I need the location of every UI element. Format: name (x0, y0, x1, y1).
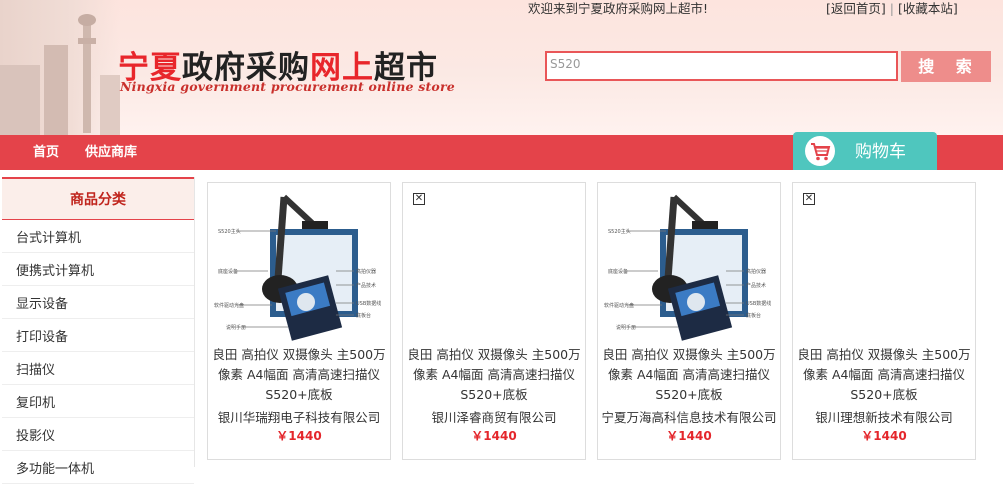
site-subtitle: Ningxia government procurement online st… (120, 79, 455, 94)
link-separator: | (889, 1, 894, 16)
broken-image-icon[interactable]: ✕ (803, 193, 815, 205)
product-card[interactable]: ✕ 良田 高拍仪 双摄像头 主500万 像素 A4幅面 高清高速扫描仪 S520+底… (792, 182, 976, 460)
category-item[interactable]: 投影仪 (2, 418, 194, 451)
tower-graphic (78, 14, 96, 133)
category-item[interactable]: 复印机 (2, 385, 194, 418)
product-card[interactable]: S520主头 底座设备软件驱动光盘说明手册 高拍仪器产品技术 USB数据线 底板台 良… (207, 182, 391, 460)
svg-text:底板台: 底板台 (356, 312, 371, 319)
category-item[interactable]: 台式计算机 (2, 220, 194, 253)
product-card[interactable]: ✕ 良田 高拍仪 双摄像头 主500万 像素 A4幅面 高清高速扫描仪 S520+底… (402, 182, 586, 460)
product-price: ￥1440 (276, 429, 322, 443)
svg-text:S520主头: S520主头 (608, 228, 631, 235)
svg-text:说明手册: 说明手册 (226, 324, 246, 331)
svg-text:底座设备: 底座设备 (218, 268, 238, 275)
svg-text:S520主头: S520主头 (218, 228, 241, 235)
cart-icon (805, 136, 835, 166)
category-item[interactable]: 扫描仪 (2, 352, 194, 385)
bookmark-link[interactable]: [收藏本站] (898, 1, 958, 16)
broken-image-icon[interactable]: ✕ (413, 193, 425, 205)
product-name[interactable]: 良田 高拍仪 双摄像头 主500万 像素 A4幅面 高清高速扫描仪 S520+底板 (407, 345, 581, 405)
search-button[interactable]: 搜 索 (901, 51, 991, 82)
category-item[interactable]: 多功能一体机 (2, 451, 194, 484)
header-decoration (0, 0, 120, 135)
product-card[interactable]: S520主头 底座设备软件驱动光盘说明手册 高拍仪器产品技术 USB数据线 底板台 良… (597, 182, 781, 460)
scanner-photo[interactable]: S520主头底座设备软件驱动光盘说明手册 高拍仪器产品技术 USB数据线底板台 (604, 189, 772, 349)
svg-text:软件驱动光盘: 软件驱动光盘 (214, 302, 244, 309)
cart-label: 购物车 (855, 142, 906, 162)
svg-text:软件驱动光盘: 软件驱动光盘 (604, 302, 634, 309)
cart-button[interactable]: 购物车 (793, 132, 937, 170)
scanner-photo[interactable]: S520主头底座设备软件驱动光盘说明手册 高拍仪器产品技术 USB数据线底板台 (214, 189, 382, 349)
product-price: ￥1440 (861, 429, 907, 443)
svg-text:产品技术: 产品技术 (746, 282, 766, 289)
product-seller: 银川理想新技术有限公司 (815, 410, 953, 425)
product-name[interactable]: 良田 高拍仪 双摄像头 主500万 像素 A4幅面 高清高速扫描仪 S520+底板 (602, 345, 776, 405)
category-title: 商品分类 (2, 177, 194, 220)
product-price: ￥1440 (666, 429, 712, 443)
category-item[interactable]: 显示设备 (2, 286, 194, 319)
svg-text:USB数据线: USB数据线 (746, 300, 771, 307)
nav-item-home[interactable]: 首页 (33, 135, 59, 170)
category-item[interactable]: 便携式计算机 (2, 253, 194, 286)
svg-text:产品技术: 产品技术 (356, 282, 376, 289)
back-home-link[interactable]: [返回首页] (826, 1, 886, 16)
welcome-text: 欢迎来到宁夏政府采购网上超市! (528, 1, 709, 16)
product-seller: 银川华瑞翔电子科技有限公司 (217, 410, 381, 425)
product-name[interactable]: 良田 高拍仪 双摄像头 主500万 像素 A4幅面 高清高速扫描仪 S520+底板 (212, 345, 386, 405)
svg-text:高拍仪器: 高拍仪器 (356, 268, 376, 275)
product-seller: 银川泽睿商贸有限公司 (431, 410, 557, 425)
svg-text:底座设备: 底座设备 (608, 268, 628, 275)
nav-item-supplier-library[interactable]: 供应商库 (85, 135, 137, 170)
site-header: 宁夏政府采购网上超市 Ningxia government procuremen… (0, 0, 1003, 135)
top-links: [返回首页] | [收藏本站] (826, 0, 958, 17)
svg-text:说明手册: 说明手册 (616, 324, 636, 331)
svg-text:底板台: 底板台 (746, 312, 761, 319)
product-name[interactable]: 良田 高拍仪 双摄像头 主500万 像素 A4幅面 高清高速扫描仪 S520+底板 (797, 345, 971, 405)
search-input[interactable]: S520 (545, 51, 898, 81)
product-price: ￥1440 (471, 429, 517, 443)
product-seller: 宁夏万海高科信息技术有限公司 (601, 410, 777, 425)
svg-text:高拍仪器: 高拍仪器 (746, 268, 766, 275)
category-item[interactable]: 打印设备 (2, 319, 194, 352)
svg-text:USB数据线: USB数据线 (356, 300, 381, 307)
category-sidebar: 商品分类 台式计算机 便携式计算机 显示设备 打印设备 扫描仪 复印机 投影仪 … (2, 177, 195, 484)
